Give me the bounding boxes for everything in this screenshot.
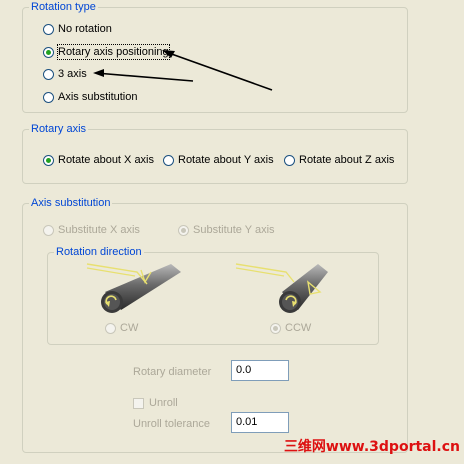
radio-label: Substitute X axis [58, 224, 140, 236]
radio-label: Rotate about Y axis [178, 154, 274, 166]
unroll-label: Unroll [149, 397, 178, 409]
rotary-diameter-field[interactable]: 0.0 [231, 360, 289, 381]
arrow-head-2 [93, 69, 104, 77]
rotary-diameter-label: Rotary diameter [133, 366, 212, 378]
radio-circle[interactable] [105, 322, 116, 334]
radio-circle[interactable] [178, 224, 189, 236]
arrow-head-1 [162, 50, 175, 58]
radio-rotate-about-y[interactable]: Rotate about Y axis [163, 153, 274, 167]
radio-rotate-about-z[interactable]: Rotate about Z axis [284, 153, 394, 167]
watermark: 三维网www.3dportal.cn [283, 439, 460, 455]
arrow-line-1 [165, 51, 273, 91]
radio-cw[interactable]: CW [105, 321, 138, 335]
unroll-tolerance-label: Unroll tolerance [133, 418, 211, 430]
radio-label: CCW [285, 322, 312, 334]
radio-circle[interactable] [163, 154, 174, 166]
unroll-tolerance-field[interactable]: 0.01 [231, 412, 289, 433]
radio-substitute-y[interactable]: Substitute Y axis [178, 223, 275, 237]
radio-circle[interactable] [43, 154, 54, 166]
radio-circle[interactable] [270, 322, 281, 334]
ccw-illustration [235, 263, 328, 313]
radio-rotate-about-x[interactable]: Rotate about X axis [43, 153, 154, 167]
radio-label: Rotate about Z axis [299, 154, 395, 166]
radio-label: Substitute Y axis [193, 224, 275, 236]
radio-circle[interactable] [284, 154, 295, 166]
radio-substitute-x[interactable]: Substitute X axis [43, 223, 140, 237]
rotary-axis-title: Rotary axis [29, 122, 89, 136]
radio-label: Rotate about X axis [58, 154, 155, 166]
radio-label: CW [120, 322, 139, 334]
cw-illustration [86, 263, 181, 313]
radio-circle[interactable] [43, 224, 54, 236]
rotation-direction-title: Rotation direction [54, 245, 144, 259]
axis-substitution-title: Axis substitution [29, 196, 113, 210]
radio-ccw[interactable]: CCW [270, 321, 311, 335]
unroll-checkbox-row[interactable]: Unroll [133, 396, 178, 410]
unroll-checkbox[interactable] [133, 397, 144, 409]
arrow-line-2 [95, 72, 194, 82]
